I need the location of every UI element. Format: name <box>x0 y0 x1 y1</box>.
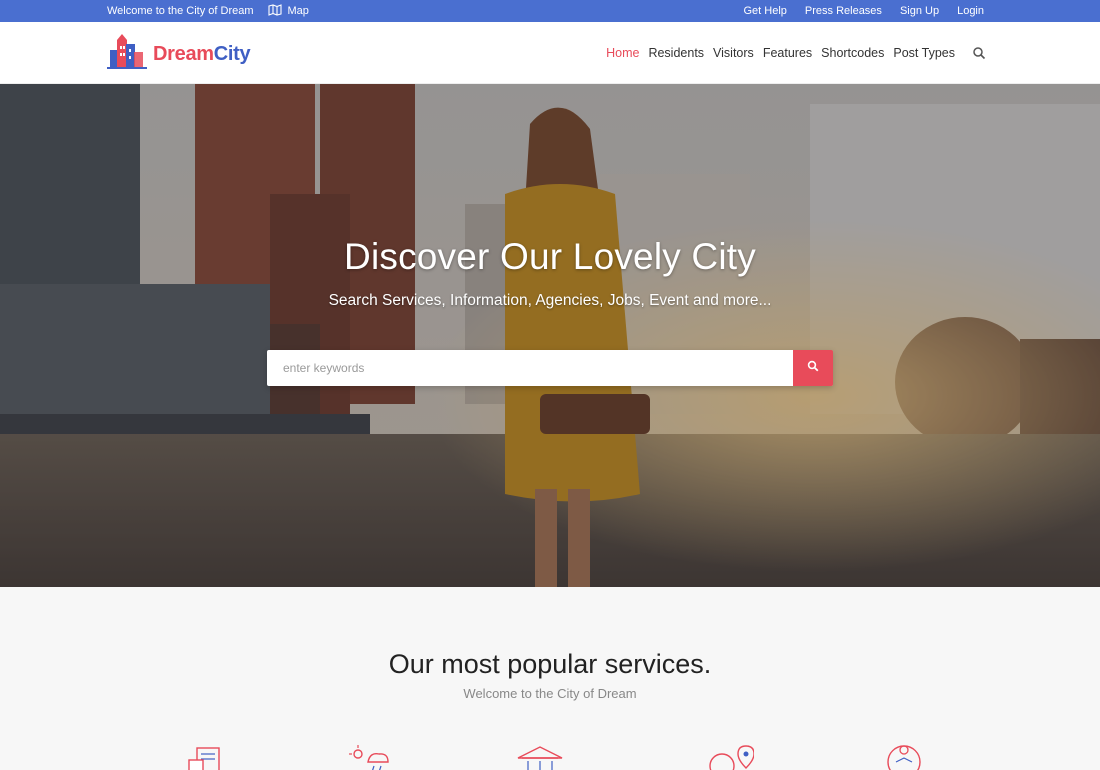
hero-search-form <box>267 350 833 386</box>
city-logo-icon <box>107 34 147 75</box>
nav-item-home[interactable]: Home <box>606 46 639 60</box>
search-icon[interactable] <box>972 46 986 60</box>
welcome-text: Welcome to the City of Dream <box>107 5 254 17</box>
login-link[interactable]: Login <box>957 5 984 17</box>
site-header: DreamCity Home Residents Visitors Featur… <box>0 22 1100 84</box>
main-nav: Home Residents Visitors Features Shortco… <box>606 22 955 84</box>
nav-item-shortcodes[interactable]: Shortcodes <box>821 46 884 60</box>
building-icon[interactable] <box>516 744 564 770</box>
top-bar: Welcome to the City of Dream Map Get Hel… <box>0 0 1100 22</box>
map-label: Map <box>287 5 309 17</box>
nav-item-features[interactable]: Features <box>763 46 812 60</box>
map-link[interactable]: Map <box>267 3 309 19</box>
logo-text-dream: Dream <box>153 43 214 65</box>
sign-up-link[interactable]: Sign Up <box>900 5 939 17</box>
nav-item-visitors[interactable]: Visitors <box>713 46 754 60</box>
car-location-icon[interactable] <box>706 744 755 770</box>
nav-item-residents[interactable]: Residents <box>648 46 704 60</box>
hero-title: Discover Our Lovely City <box>344 236 756 277</box>
search-input[interactable] <box>267 350 793 386</box>
get-help-link[interactable]: Get Help <box>743 5 786 17</box>
person-badge-icon[interactable] <box>880 744 928 770</box>
search-button[interactable] <box>793 350 833 386</box>
map-icon <box>267 3 282 19</box>
hero-subtitle: Search Services, Information, Agencies, … <box>328 292 772 309</box>
services-section: Our most popular services. Welcome to th… <box>0 587 1100 770</box>
press-releases-link[interactable]: Press Releases <box>805 5 882 17</box>
weather-icon[interactable] <box>346 744 394 770</box>
hero-section: Discover Our Lovely City Search Services… <box>0 84 1100 587</box>
nav-item-post-types[interactable]: Post Types <box>893 46 955 60</box>
site-logo[interactable]: DreamCity <box>107 34 251 75</box>
services-title: Our most popular services. <box>388 649 712 679</box>
search-icon <box>807 359 819 377</box>
chat-document-icon[interactable] <box>187 744 235 770</box>
logo-text-city: City <box>213 43 251 65</box>
services-subtitle: Welcome to the City of Dream <box>463 686 637 701</box>
